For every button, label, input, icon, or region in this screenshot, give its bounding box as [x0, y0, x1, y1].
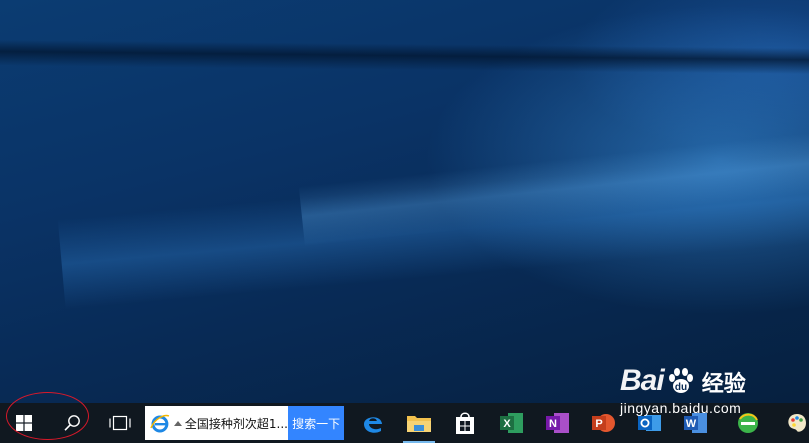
search-query[interactable]: 全国接种剂次超1...: [185, 415, 288, 432]
engine-dropdown-icon[interactable]: [173, 420, 182, 426]
taskbar-app-word[interactable]: W: [673, 403, 717, 443]
taskbar-app-360-browser[interactable]: [726, 403, 770, 443]
task-view-button[interactable]: [96, 403, 144, 443]
paint-icon: [788, 414, 806, 432]
svg-text:N: N: [549, 418, 557, 430]
powerpoint-icon: P: [592, 414, 615, 432]
internet-explorer-icon: [150, 414, 170, 433]
windows-logo-icon: [16, 415, 32, 431]
taskbar-search-box[interactable]: 全国接种剂次超1... 搜索一下: [145, 406, 344, 440]
search-submit-button[interactable]: 搜索一下: [288, 406, 344, 440]
onenote-icon: N: [546, 413, 569, 433]
start-button[interactable]: [0, 403, 48, 443]
taskbar-app-paint[interactable]: [775, 403, 809, 443]
svg-text:P: P: [595, 418, 602, 430]
taskbar-app-outlook[interactable]: [627, 403, 671, 443]
edge-icon: [364, 417, 382, 433]
svg-text:X: X: [503, 418, 511, 430]
search-button[interactable]: [48, 403, 96, 443]
store-bag-icon: [456, 412, 474, 434]
taskbar-app-excel[interactable]: X: [489, 403, 533, 443]
svg-text:W: W: [686, 418, 697, 430]
task-view-icon: [109, 415, 131, 431]
wallpaper-dark-beam: [0, 39, 809, 75]
excel-icon: X: [500, 413, 523, 433]
taskbar-app-store[interactable]: [443, 403, 487, 443]
taskbar-app-powerpoint[interactable]: P: [581, 403, 625, 443]
taskbar-app-onenote[interactable]: N: [535, 403, 579, 443]
word-icon: W: [684, 413, 707, 433]
folder-icon: [407, 416, 431, 432]
taskbar-app-edge[interactable]: [351, 403, 395, 443]
outlook-icon: [638, 415, 661, 431]
browser-360-icon: [738, 413, 758, 433]
magnifier-icon: [64, 415, 80, 431]
taskbar-app-file-explorer[interactable]: [397, 403, 441, 443]
desktop-wallpaper: [0, 0, 809, 403]
